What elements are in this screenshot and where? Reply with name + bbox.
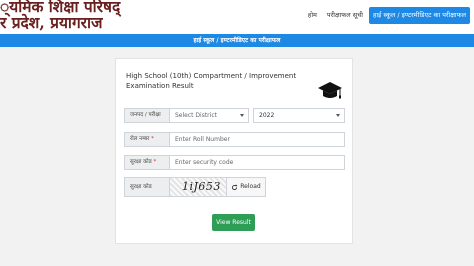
graduation-cap-icon — [318, 82, 342, 99]
captcha-label: सुरक्षा कोड — [124, 177, 169, 197]
captcha-image: 1iJ653 — [169, 177, 227, 197]
site-title: ्यमिक शिक्षा परिषद् र प्रदेश, प्रयागराज — [0, 0, 120, 31]
security-label: सुरक्षा कोड * — [124, 155, 169, 170]
roll-label: रोल नम्बर * — [124, 132, 169, 147]
roll-row: रोल नम्बर * Enter Roll Number — [124, 132, 345, 147]
year-select[interactable]: 2022 — [253, 108, 345, 123]
site-title-line2: र प्रदेश, प्रयागराज — [0, 13, 103, 32]
header: ्यमिक शिक्षा परिषद् र प्रदेश, प्रयागराज … — [0, 0, 474, 34]
roll-number-input[interactable]: Enter Roll Number — [169, 132, 345, 147]
district-label: जनपद / परीक्षा — [124, 108, 169, 123]
reload-icon — [232, 184, 238, 190]
form-title-line2: Examination Result — [126, 82, 194, 90]
result-form-card: High School (10th) Compartment / Improve… — [115, 58, 353, 244]
captcha-row: सुरक्षा कोड 1iJ653 Reload — [124, 177, 266, 197]
view-result-button[interactable]: View Result — [212, 214, 255, 231]
form-title: High School (10th) Compartment / Improve… — [126, 71, 296, 91]
security-row: सुरक्षा कोड * Enter security code — [124, 155, 345, 170]
nav-home[interactable]: होम — [304, 7, 321, 24]
district-select[interactable]: Select District — [169, 108, 249, 123]
nav-hs-inter-result[interactable]: हाई स्कूल / इण्टरमीडिएट का परीक्षाफल — [369, 7, 470, 24]
security-code-input[interactable]: Enter security code — [169, 155, 345, 170]
page-banner: हाई स्कूल / इण्टरमीडिएट का परीक्षाफल — [0, 34, 474, 47]
district-row: जनपद / परीक्षा Select District 2022 — [124, 108, 345, 123]
nav-result-list[interactable]: परीक्षाफल सूची — [323, 7, 367, 24]
form-title-line1: High School (10th) Compartment / Improve… — [126, 72, 297, 80]
reload-button[interactable]: Reload — [227, 177, 266, 197]
top-nav: होम परीक्षाफल सूची हाई स्कूल / इण्टरमीडि… — [304, 7, 470, 24]
